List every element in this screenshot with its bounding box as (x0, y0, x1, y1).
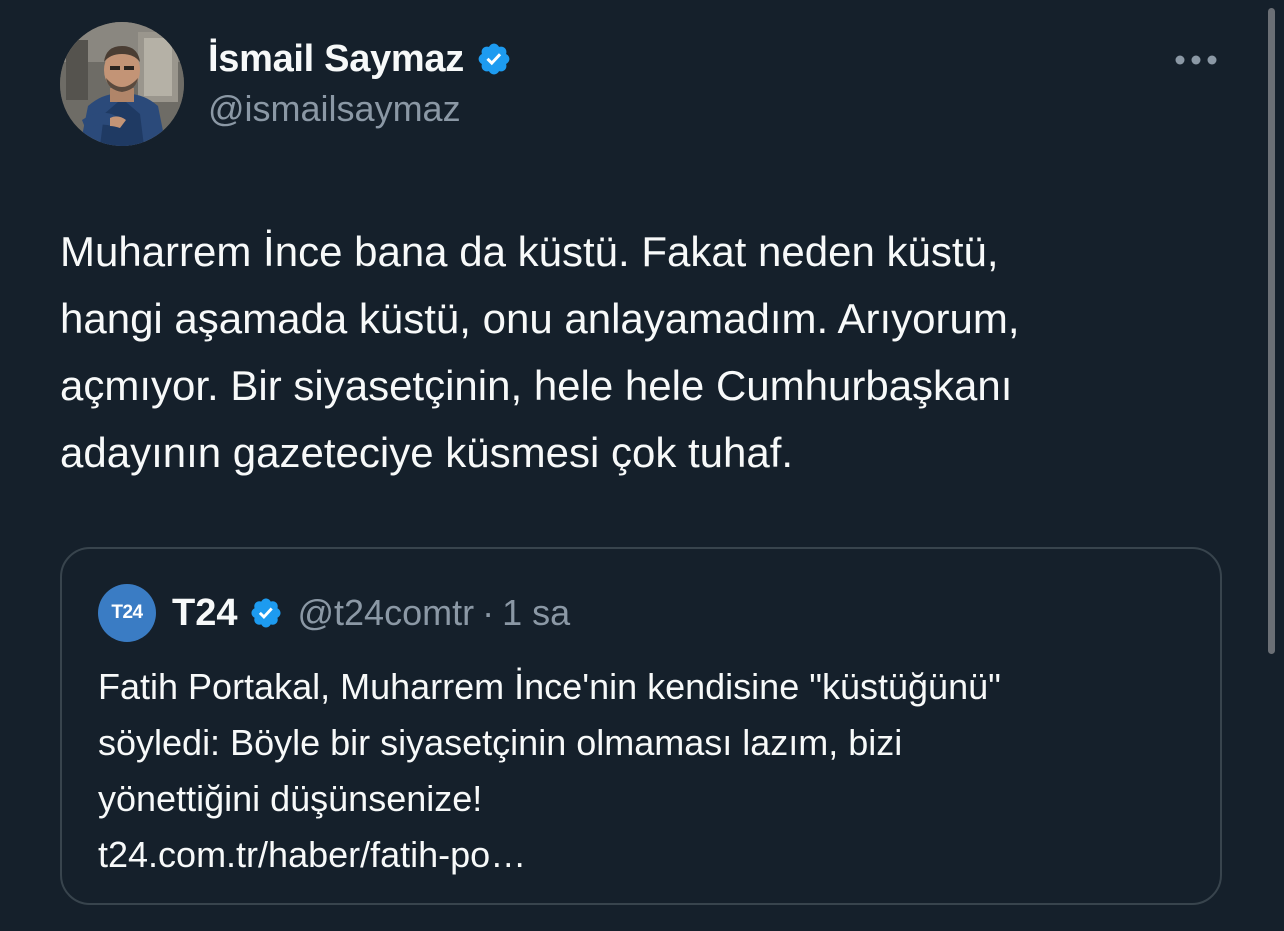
quoted-verified-badge-icon[interactable] (249, 596, 283, 630)
quoted-tweet-card[interactable]: T24 T24 @t24comtr · 1 sa Fatih Portakal,… (60, 547, 1222, 905)
quoted-timestamp[interactable]: 1 sa (502, 592, 570, 634)
quoted-tweet-text: Fatih Portakal, Muharrem İnce'nin kendis… (98, 666, 1001, 819)
author-name-row: İsmail Saymaz (208, 34, 512, 84)
quoted-author-avatar[interactable]: T24 (98, 584, 156, 642)
author-display-name[interactable]: İsmail Saymaz (208, 38, 464, 81)
author-handle[interactable]: @ismailsaymaz (208, 88, 461, 130)
author-photo (60, 22, 184, 146)
more-horizontal-icon (1175, 55, 1217, 65)
quoted-tweet-header: T24 T24 @t24comtr · 1 sa (98, 583, 570, 643)
scrollbar-thumb[interactable] (1268, 8, 1275, 654)
verified-badge-icon[interactable] (476, 41, 512, 77)
quoted-author-handle[interactable]: @t24comtr (297, 592, 474, 634)
scrollbar[interactable] (1268, 0, 1276, 931)
quoted-avatar-label: T24 (111, 602, 143, 623)
quoted-separator: · (482, 592, 495, 633)
author-avatar[interactable] (60, 22, 184, 146)
more-options-button[interactable] (1168, 44, 1224, 76)
tweet-text: Muharrem İnce bana da küstü. Fakat neden… (60, 228, 1020, 476)
quoted-author-name[interactable]: T24 (172, 592, 237, 635)
quoted-tweet-link[interactable]: t24.com.tr/haber/fatih-po… (98, 827, 526, 883)
